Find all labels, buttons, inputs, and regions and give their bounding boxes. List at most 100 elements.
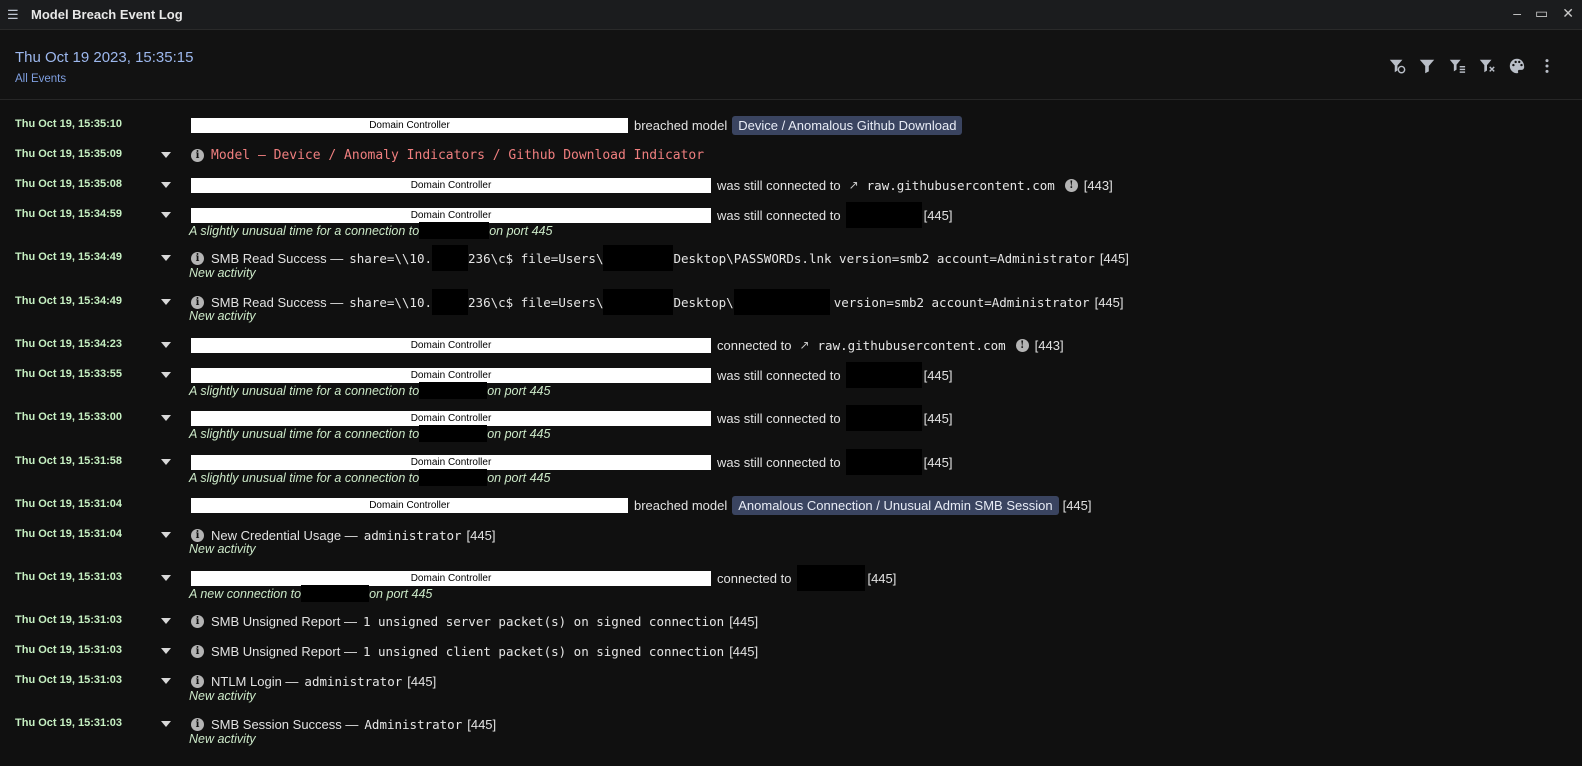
- chevron-down-icon[interactable]: [161, 575, 171, 581]
- event-detail: administrator: [363, 527, 462, 543]
- device-label[interactable]: Domain Controller: [191, 177, 711, 193]
- note-text: A slightly unusual time for a connection…: [189, 223, 420, 238]
- chevron-down-icon[interactable]: [161, 678, 171, 684]
- device-label[interactable]: Domain Controller: [191, 410, 711, 426]
- chevron-down-icon[interactable]: [161, 299, 171, 305]
- event-row[interactable]: Thu Oct 19, 15:35:09 i Model — Device / …: [0, 142, 1582, 168]
- device-label[interactable]: Domain Controller: [191, 367, 711, 383]
- remote-host[interactable]: raw.githubusercontent.com: [818, 338, 1006, 353]
- redacted-ip: [432, 289, 469, 315]
- redacted-host: [845, 449, 922, 475]
- event-note: New activity: [189, 266, 256, 280]
- chevron-down-icon[interactable]: [161, 459, 171, 465]
- minimize-icon[interactable]: –: [1513, 5, 1521, 22]
- filter-list-icon[interactable]: [1448, 57, 1466, 75]
- device-label[interactable]: Domain Controller: [191, 337, 711, 353]
- redacted-host: [845, 202, 922, 228]
- chevron-down-icon[interactable]: [161, 721, 171, 727]
- event-row[interactable]: Thu Oct 19, 15:31:04 Domain Controller b…: [0, 492, 1582, 518]
- chevron-down-icon[interactable]: [161, 255, 171, 261]
- event-content: i NTLM Login — administrator [445]: [191, 671, 436, 691]
- chevron-down-icon[interactable]: [161, 532, 171, 538]
- info-icon[interactable]: i: [191, 295, 204, 309]
- event-time: Thu Oct 19, 15:35:10: [15, 118, 122, 130]
- device-label[interactable]: Domain Controller: [191, 570, 711, 586]
- chevron-down-icon[interactable]: [161, 415, 171, 421]
- event-label: SMB Read Success —: [211, 294, 344, 310]
- device-label[interactable]: Domain Controller: [191, 117, 628, 133]
- info-icon[interactable]: i: [191, 251, 204, 265]
- chevron-down-icon[interactable]: [161, 152, 171, 158]
- redacted-host: [419, 425, 488, 442]
- model-link[interactable]: Model — Device / Anomaly Indicators / Gi…: [211, 148, 704, 163]
- note-text: on port 445: [487, 470, 551, 485]
- event-content: i SMB Read Success — share=\\10. 236\c$ …: [191, 289, 1124, 315]
- chevron-down-icon[interactable]: [161, 372, 171, 378]
- filter-off-icon[interactable]: [1478, 57, 1496, 75]
- chevron-down-icon[interactable]: [161, 342, 171, 348]
- event-port: [445]: [1094, 294, 1124, 310]
- event-action: connected to: [717, 570, 792, 586]
- model-badge[interactable]: Device / Anomalous Github Download: [732, 115, 963, 135]
- close-icon[interactable]: ✕: [1562, 5, 1574, 22]
- event-port: [445]: [407, 673, 437, 689]
- event-note: A slightly unusual time for a connection…: [189, 222, 552, 239]
- external-link-icon[interactable]: ↗: [849, 178, 859, 192]
- filter-icon[interactable]: [1418, 57, 1436, 75]
- chevron-down-icon[interactable]: [161, 648, 171, 654]
- filter-clear-icon[interactable]: [1388, 57, 1406, 75]
- info-icon[interactable]: !: [1064, 178, 1078, 192]
- header-subtitle[interactable]: All Events: [15, 73, 66, 85]
- info-icon[interactable]: i: [191, 148, 204, 162]
- external-link-icon[interactable]: ↗: [799, 338, 809, 352]
- chevron-down-icon[interactable]: [161, 212, 171, 218]
- event-label: New Credential Usage —: [211, 527, 358, 543]
- device-label[interactable]: Domain Controller: [191, 207, 711, 223]
- info-icon[interactable]: i: [191, 644, 204, 658]
- event-detail: 1 unsigned client packet(s) on signed co…: [362, 643, 725, 659]
- event-action: breached model: [634, 117, 728, 133]
- event-action: was still connected to: [717, 367, 841, 383]
- model-badge[interactable]: Anomalous Connection / Unusual Admin SMB…: [732, 495, 1059, 515]
- event-port: [445]: [729, 613, 759, 629]
- event-row[interactable]: Thu Oct 19, 15:35:08 Domain Controller w…: [0, 172, 1582, 198]
- chevron-down-icon[interactable]: [161, 618, 171, 624]
- event-action: was still connected to: [717, 177, 841, 193]
- list-icon[interactable]: ☰: [7, 7, 21, 23]
- info-icon[interactable]: !: [1015, 338, 1029, 352]
- event-row[interactable]: Thu Oct 19, 15:34:23 Domain Controller c…: [0, 332, 1582, 358]
- event-detail: Administrator: [364, 716, 463, 732]
- event-detail: 236\c$ file=Users\: [468, 294, 604, 310]
- event-row[interactable]: Thu Oct 19, 15:31:03 i SMB Unsigned Repo…: [0, 608, 1582, 634]
- event-detail: share=\\10.: [349, 294, 433, 310]
- event-detail: version=smb2 account=Administrator: [833, 294, 1090, 310]
- note-text: on port 445: [487, 383, 551, 398]
- event-time: Thu Oct 19, 15:34:59: [15, 208, 122, 220]
- info-icon[interactable]: i: [191, 717, 204, 731]
- event-time: Thu Oct 19, 15:34:49: [15, 251, 122, 263]
- event-detail: 236\c$ file=Users\: [468, 250, 604, 266]
- event-content: Domain Controller breached model Device …: [191, 115, 963, 135]
- palette-icon[interactable]: [1508, 57, 1526, 75]
- info-icon[interactable]: i: [191, 528, 204, 542]
- note-text: on port 445: [489, 223, 553, 238]
- event-row[interactable]: Thu Oct 19, 15:31:03 i SMB Unsigned Repo…: [0, 638, 1582, 664]
- chevron-down-icon[interactable]: [161, 182, 171, 188]
- redacted-host: [419, 222, 490, 239]
- device-label[interactable]: Domain Controller: [191, 497, 628, 513]
- info-icon[interactable]: i: [191, 674, 204, 688]
- more-vertical-icon[interactable]: [1538, 57, 1556, 75]
- event-port: [445]: [923, 410, 953, 426]
- event-port: [443]: [1083, 177, 1113, 193]
- remote-host[interactable]: raw.githubusercontent.com: [867, 178, 1055, 193]
- event-time: Thu Oct 19, 15:31:03: [15, 717, 122, 729]
- event-row[interactable]: Thu Oct 19, 15:35:10 Domain Controller b…: [0, 112, 1582, 138]
- maximize-icon[interactable]: ▭: [1535, 5, 1548, 22]
- info-icon[interactable]: i: [191, 614, 204, 628]
- event-note: New activity: [189, 542, 256, 556]
- window-title: Model Breach Event Log: [31, 7, 183, 22]
- device-label[interactable]: Domain Controller: [191, 454, 711, 470]
- event-time: Thu Oct 19, 15:35:08: [15, 178, 122, 190]
- event-port: [445]: [1099, 250, 1129, 266]
- event-action: breached model: [634, 497, 728, 513]
